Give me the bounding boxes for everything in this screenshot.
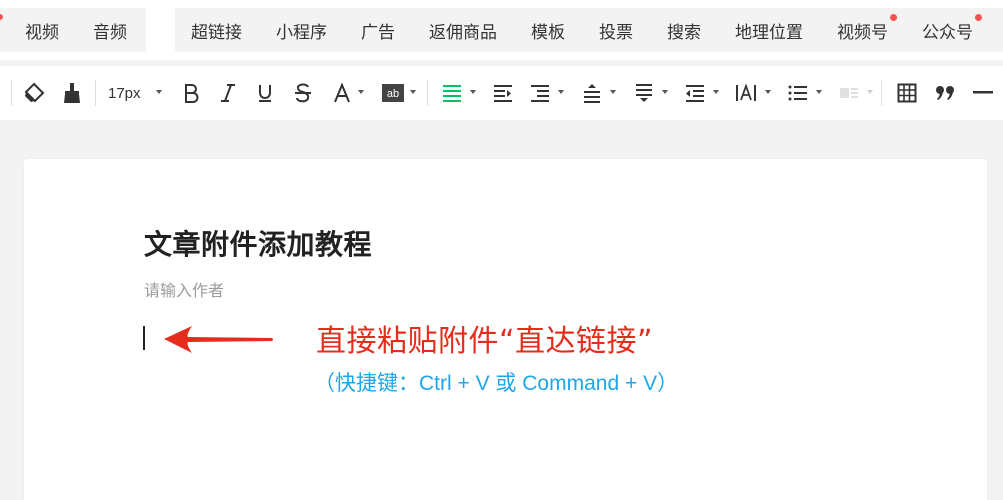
chevron-down-icon: [867, 90, 873, 94]
paragraph-spacing-icon: [582, 83, 602, 103]
new-badge-dot: [975, 13, 982, 21]
text-cursor: [143, 326, 145, 350]
clear-format-icon: [62, 82, 82, 104]
article-title[interactable]: 文章附件添加教程: [144, 223, 372, 263]
format-painter-icon: [23, 82, 45, 104]
shortcut-hint: （快捷键：Ctrl + V 或 Command + V）: [314, 372, 679, 395]
italic-button[interactable]: [218, 66, 238, 120]
insert-miniprogram-button[interactable]: 小程序: [276, 18, 327, 43]
line-spacing-button[interactable]: [684, 66, 719, 120]
insert-ad-button[interactable]: 广告: [361, 18, 395, 43]
paragraph-indent-icon: [530, 84, 550, 102]
toolbar-divider: [881, 80, 882, 106]
italic-icon: [220, 83, 236, 103]
toolbar-divider: [11, 80, 12, 106]
chevron-down-icon: [558, 90, 564, 94]
chevron-down-icon: [610, 90, 616, 94]
format-toolbar: 17px ab: [0, 66, 1003, 120]
editor-canvas[interactable]: 文章附件添加教程 请输入作者 直接粘贴附件“直达链接” （快捷键：Ctrl + …: [24, 159, 987, 500]
font-color-button[interactable]: [331, 66, 364, 120]
insert-group-media: 视频 音频: [0, 8, 146, 52]
clear-format-button[interactable]: [61, 66, 83, 120]
author-input[interactable]: 请输入作者: [144, 277, 224, 301]
quote-button[interactable]: [934, 66, 956, 120]
font-color-icon: [333, 83, 351, 103]
letter-spacing-button[interactable]: [735, 66, 771, 120]
letter-spacing-icon: [735, 83, 757, 103]
insert-search-button[interactable]: 搜索: [667, 18, 701, 43]
chevron-down-icon: [713, 90, 719, 94]
align-icon: [442, 84, 462, 102]
font-size-select[interactable]: 17px: [108, 66, 164, 120]
insert-template-button[interactable]: 模板: [531, 18, 565, 43]
insert-group-more: 超链接 小程序 广告 返佣商品 模板 投票 搜索 地理位置 视频号 公众号: [175, 8, 1003, 52]
insert-audio-button[interactable]: 音频: [93, 18, 127, 43]
chevron-down-icon: [156, 90, 162, 94]
underline-button[interactable]: [255, 66, 275, 120]
chevron-down-icon: [662, 90, 668, 94]
divider-icon: [973, 91, 993, 95]
image-float-icon: [839, 85, 859, 101]
background-color-icon: ab: [382, 84, 404, 102]
chevron-down-icon: [765, 90, 771, 94]
chevron-down-icon: [470, 90, 476, 94]
chevron-down-icon: [816, 90, 822, 94]
indent-icon: [493, 84, 513, 102]
insert-channels-label: 视频号: [837, 22, 888, 43]
strikethrough-icon: [294, 83, 312, 103]
table-icon: [897, 83, 917, 103]
font-size-value: 17px: [108, 84, 141, 102]
red-arrow-icon: [162, 322, 276, 360]
insert-hyperlink-button[interactable]: 超链接: [191, 18, 242, 43]
strikethrough-button[interactable]: [292, 66, 314, 120]
spacing-below-icon: [634, 83, 654, 103]
quote-icon: [935, 85, 955, 101]
list-button[interactable]: [787, 66, 822, 120]
toolbar-divider: [427, 80, 428, 106]
chevron-down-icon: [358, 90, 364, 94]
paste-link-annotation: 直接粘贴附件“直达链接”: [316, 324, 654, 359]
underline-icon: [257, 83, 273, 103]
toolbar-divider: [95, 80, 96, 106]
background-color-button[interactable]: ab: [381, 66, 416, 120]
list-icon: [788, 84, 808, 102]
new-badge-dot: [890, 13, 897, 21]
paragraph-spacing-button[interactable]: [581, 66, 616, 120]
insert-channels-button[interactable]: 视频号: [837, 13, 897, 43]
insert-commission-product-button[interactable]: 返佣商品: [429, 18, 497, 43]
first-line-indent-button[interactable]: [492, 66, 514, 120]
insert-vote-button[interactable]: 投票: [599, 18, 633, 43]
format-painter-button[interactable]: [22, 66, 46, 120]
bold-button[interactable]: [181, 66, 201, 120]
notification-dot: [0, 14, 3, 20]
image-float-button[interactable]: [838, 66, 873, 120]
spacing-below-button[interactable]: [633, 66, 668, 120]
insert-table-button[interactable]: [896, 66, 918, 120]
insert-location-button[interactable]: 地理位置: [735, 18, 803, 43]
svg-text:ab: ab: [387, 88, 399, 100]
insert-divider-button[interactable]: [972, 66, 994, 120]
insert-video-button[interactable]: 视频: [25, 18, 59, 43]
paragraph-indent-button[interactable]: [529, 66, 564, 120]
insert-official-account-button[interactable]: 公众号: [922, 13, 982, 43]
insert-bar: 视频 音频 超链接 小程序 广告 返佣商品 模板 投票 搜索 地理位置 视频号 …: [0, 0, 1003, 60]
line-height-icon: [685, 84, 705, 102]
chevron-down-icon: [410, 90, 416, 94]
align-button[interactable]: [441, 66, 476, 120]
insert-official-account-label: 公众号: [922, 22, 973, 43]
bold-icon: [183, 83, 199, 103]
